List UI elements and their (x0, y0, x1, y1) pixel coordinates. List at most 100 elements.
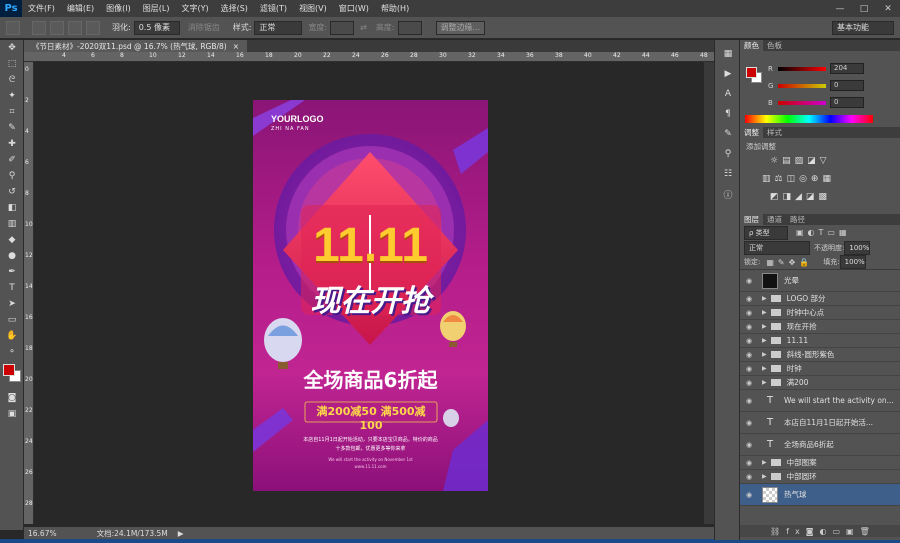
menu-type[interactable]: 文字(Y) (175, 3, 214, 14)
adjust-icons-row-1[interactable]: ☼▤▨◪▽ (770, 156, 831, 166)
new-selection-icon[interactable] (32, 20, 46, 35)
layer-row[interactable]: ◉ ▶ 中部图案 (740, 456, 900, 470)
g-slider[interactable] (778, 84, 826, 88)
minimize-button[interactable]: — (828, 0, 852, 17)
visibility-eye-icon[interactable]: ◉ (740, 491, 758, 499)
r-slider[interactable] (778, 67, 826, 71)
b-value[interactable]: 0 (830, 97, 864, 108)
screen-mode-icon[interactable]: ▣ (0, 406, 24, 422)
close-tab-icon[interactable]: × (233, 42, 239, 51)
vertical-scrollbar[interactable] (704, 62, 714, 524)
expand-arrow-icon[interactable]: ▶ (762, 459, 767, 466)
opacity-input[interactable]: 100% (844, 240, 871, 255)
status-arrow-icon[interactable]: ▶ (178, 529, 184, 538)
move-tool-icon[interactable]: ✥ (0, 40, 24, 56)
menu-layer[interactable]: 图层(L) (137, 3, 176, 14)
magic-wand-icon[interactable]: ✦ (0, 88, 24, 104)
history-panel-icon[interactable]: ▦ (715, 44, 741, 64)
visibility-eye-icon[interactable]: ◉ (740, 365, 758, 373)
hand-tool-icon[interactable]: ✋ (0, 328, 24, 344)
visibility-eye-icon[interactable]: ◉ (740, 295, 758, 303)
layer-row[interactable]: ◉ ▶ 时钟中心点 (740, 306, 900, 320)
visibility-eye-icon[interactable]: ◉ (740, 309, 758, 317)
menu-file[interactable]: 文件(F) (22, 3, 61, 14)
layer-row[interactable]: ◉ T 本店自11月1日起开始活... (740, 412, 900, 434)
tab-styles[interactable]: 样式 (763, 127, 786, 138)
visibility-eye-icon[interactable]: ◉ (740, 323, 758, 331)
eyedropper-icon[interactable]: ✎ (0, 120, 24, 136)
feather-input[interactable]: 0.5 像素 (133, 20, 180, 35)
menu-window[interactable]: 窗口(W) (333, 3, 375, 14)
tab-color[interactable]: 颜色 (740, 40, 763, 51)
tab-adjustments[interactable]: 调整 (740, 127, 763, 138)
visibility-eye-icon[interactable]: ◉ (740, 419, 758, 427)
paragraph-panel-icon[interactable]: ¶ (715, 104, 741, 124)
layer-row[interactable]: ◉ 热气球 (740, 484, 900, 506)
foreground-color[interactable] (3, 364, 15, 376)
style-select[interactable]: 正常 (254, 20, 303, 35)
expand-arrow-icon[interactable]: ▶ (762, 337, 767, 344)
visibility-eye-icon[interactable]: ◉ (740, 337, 758, 345)
expand-arrow-icon[interactable]: ▶ (762, 323, 767, 330)
menu-view[interactable]: 视图(V) (293, 3, 333, 14)
quick-mask-icon[interactable]: ◙ (0, 390, 24, 406)
layer-footer-icons[interactable]: ⛓fx◙◐▭▣🗑 (740, 525, 900, 537)
antialias-checkbox[interactable]: 消除锯齿 (188, 22, 220, 33)
visibility-eye-icon[interactable]: ◉ (740, 397, 758, 405)
character-panel-icon[interactable]: A (715, 84, 741, 104)
menu-image[interactable]: 图像(I) (100, 3, 137, 14)
expand-arrow-icon[interactable]: ▶ (762, 473, 767, 480)
expand-arrow-icon[interactable]: ▶ (762, 295, 767, 302)
height-input[interactable] (397, 20, 422, 35)
actions-panel-icon[interactable]: ▶ (715, 64, 741, 84)
visibility-eye-icon[interactable]: ◉ (740, 473, 758, 481)
eraser-icon[interactable]: ◧ (0, 200, 24, 216)
close-window-button[interactable]: ✕ (876, 0, 900, 17)
gradient-tool-icon[interactable]: ▥ (0, 216, 24, 232)
layer-row[interactable]: ◉ ▶ 现在开抢 (740, 320, 900, 334)
layer-filter-icons[interactable]: ▣◐T▭▦ (796, 228, 851, 237)
add-selection-icon[interactable] (50, 20, 64, 35)
visibility-eye-icon[interactable]: ◉ (740, 459, 758, 467)
visibility-eye-icon[interactable]: ◉ (740, 277, 758, 285)
expand-arrow-icon[interactable]: ▶ (762, 365, 767, 372)
pen-tool-icon[interactable]: ✒ (0, 264, 24, 280)
menu-select[interactable]: 选择(S) (215, 3, 254, 14)
adjust-icons-row-3[interactable]: ◩◨◢◪▩ (770, 192, 831, 202)
dodge-tool-icon[interactable]: ● (0, 248, 24, 264)
clone-stamp-icon[interactable]: ⚲ (0, 168, 24, 184)
layer-row[interactable]: ◉ T 全场商品6折起 (740, 434, 900, 456)
visibility-eye-icon[interactable]: ◉ (740, 441, 758, 449)
swap-icon[interactable]: ⇄ (360, 23, 367, 32)
crop-tool-icon[interactable]: ⌗ (0, 104, 24, 120)
menu-filter[interactable]: 滤镜(T) (254, 3, 293, 14)
layer-row[interactable]: ◉ ▶ 满200 (740, 376, 900, 390)
intersect-selection-icon[interactable] (86, 20, 100, 35)
subtract-selection-icon[interactable] (68, 20, 82, 35)
r-value[interactable]: 204 (830, 63, 864, 74)
lock-icons[interactable]: ▦✎✥🔒 (766, 258, 813, 267)
b-slider[interactable] (778, 101, 826, 105)
layer-row[interactable]: ◉ ▶ 中部圆环 (740, 470, 900, 484)
refine-edge-button[interactable]: 调整边缘... (435, 20, 486, 35)
fill-input[interactable]: 100% (839, 255, 866, 269)
path-select-icon[interactable]: ➤ (0, 296, 24, 312)
fg-swatch[interactable] (746, 67, 757, 78)
tab-layers[interactable]: 图层 (740, 214, 763, 225)
brush-panel-icon[interactable]: ✎ (715, 124, 741, 144)
layer-row[interactable]: ◉ 光晕 (740, 270, 900, 292)
expand-arrow-icon[interactable]: ▶ (762, 379, 767, 386)
expand-arrow-icon[interactable]: ▶ (762, 351, 767, 358)
color-swatches[interactable] (0, 360, 23, 390)
layer-row[interactable]: ◉ ▶ 11.11 (740, 334, 900, 348)
color-spectrum[interactable] (745, 115, 873, 123)
expand-arrow-icon[interactable]: ▶ (762, 309, 767, 316)
zoom-level[interactable]: 16.67% (28, 529, 57, 538)
tab-paths[interactable]: 路径 (786, 214, 809, 225)
marquee-tool-icon[interactable] (6, 20, 20, 35)
menu-edit[interactable]: 编辑(E) (61, 3, 100, 14)
layer-row[interactable]: ◉ ▶ 斜线-圆形紫色 (740, 348, 900, 362)
visibility-eye-icon[interactable]: ◉ (740, 379, 758, 387)
blend-mode-select[interactable]: 正常 (744, 240, 810, 255)
blur-tool-icon[interactable]: ◆ (0, 232, 24, 248)
